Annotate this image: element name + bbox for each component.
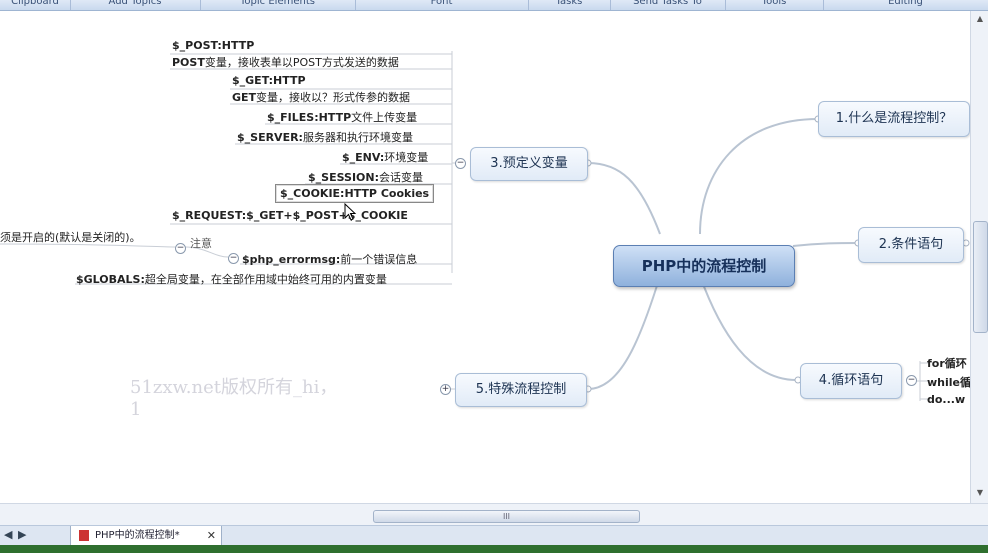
horizontal-scroll-thumb[interactable]: III bbox=[373, 510, 640, 523]
horizontal-scrollbar[interactable]: III bbox=[0, 503, 988, 526]
var-post-title[interactable]: $_POST:HTTP bbox=[172, 39, 254, 52]
tab-nav-next-icon[interactable]: ▶ bbox=[18, 528, 26, 541]
tab-document-label: PHP中的流程控制* bbox=[95, 530, 180, 541]
scroll-down-icon[interactable]: ▼ bbox=[974, 487, 986, 499]
vertical-scroll-thumb[interactable] bbox=[973, 221, 988, 333]
topic-loops[interactable]: 4.循环语句 bbox=[800, 363, 902, 399]
ribbon-group-topic-elements[interactable]: Topic Elements bbox=[200, 0, 356, 10]
loop-item-do-while[interactable]: do...w bbox=[927, 393, 965, 406]
note-label[interactable]: 注意 bbox=[190, 235, 212, 251]
var-session[interactable]: $_SESSION:会话变量 bbox=[308, 169, 423, 185]
mindmap-canvas[interactable]: PHP中的流程控制 1.什么是流程控制？ 2.条件语句 4.循环语句 − for… bbox=[0, 11, 970, 503]
central-topic[interactable]: PHP中的流程控制 bbox=[613, 245, 795, 287]
tab-nav-prev-icon[interactable]: ◀ bbox=[4, 528, 12, 541]
loop-item-for[interactable]: for循环 bbox=[927, 355, 967, 371]
ribbon-group-clipboard[interactable]: Clipboard bbox=[0, 0, 71, 10]
topic-predefined-vars[interactable]: 3.预定义变量 bbox=[470, 147, 588, 181]
vertical-scrollbar[interactable]: ▲ ▼ bbox=[970, 11, 988, 503]
ribbon-group-editing[interactable]: Editing bbox=[823, 0, 988, 10]
ribbon-group-tools[interactable]: Tools bbox=[725, 0, 824, 10]
loop-item-while[interactable]: while循 bbox=[927, 374, 970, 390]
var-get-title[interactable]: $_GET:HTTP bbox=[232, 74, 306, 87]
var-env[interactable]: $_ENV:环境变量 bbox=[342, 149, 428, 165]
var-php-errormsg[interactable]: $php_errormsg:前一个错误信息 bbox=[242, 251, 417, 267]
var-get-desc[interactable]: GET变量，接收以？形式传参的数据 bbox=[232, 89, 410, 105]
scroll-up-icon[interactable]: ▲ bbox=[974, 13, 986, 25]
var-globals[interactable]: $GLOBALS:超全局变量，在全部作用域中始终可用的内置变量 bbox=[76, 271, 387, 287]
var-files[interactable]: $_FILES:HTTP文件上传变量 bbox=[267, 109, 417, 125]
collapse-predefined-icon[interactable]: − bbox=[455, 158, 466, 169]
branch-lines bbox=[0, 51, 970, 401]
note-text[interactable]: 须是开启的(默认是关闭的)。 bbox=[0, 229, 141, 245]
ribbon-group-font[interactable]: Font bbox=[355, 0, 529, 10]
collapse-note-icon[interactable]: − bbox=[175, 243, 186, 254]
var-cookie-selected[interactable]: $_COOKIE:HTTP Cookies bbox=[275, 184, 435, 203]
topic-conditional[interactable]: 2.条件语句 bbox=[858, 227, 964, 263]
status-bar bbox=[0, 545, 988, 553]
document-icon bbox=[79, 530, 89, 541]
mouse-cursor-icon bbox=[344, 203, 357, 221]
ribbon-group-tasks[interactable]: Tasks bbox=[528, 0, 611, 10]
tab-document[interactable]: PHP中的流程控制* ✕ bbox=[70, 526, 222, 546]
var-request[interactable]: $_REQUEST:$_GET+$_POST+$_COOKIE bbox=[172, 209, 408, 222]
var-post-desc[interactable]: POST变量，接收表单以POST方式发送的数据 bbox=[172, 54, 399, 70]
var-server[interactable]: $_SERVER:服务器和执行环境变量 bbox=[237, 129, 413, 145]
topic-what-is-flow-control[interactable]: 1.什么是流程控制？ bbox=[818, 101, 970, 137]
ribbon-group-send-tasks[interactable]: Send Tasks To bbox=[610, 0, 726, 10]
document-tab-bar: ◀ ▶ PHP中的流程控制* ✕ bbox=[0, 525, 988, 546]
close-tab-icon[interactable]: ✕ bbox=[207, 526, 216, 545]
expand-special-icon[interactable]: + bbox=[440, 384, 451, 395]
collapse-loops-icon[interactable]: − bbox=[906, 375, 917, 386]
ribbon-strip: Clipboard Add Topics Topic Elements Font… bbox=[0, 0, 988, 11]
collapse-errormsg-icon[interactable]: − bbox=[228, 253, 239, 264]
topic-special-flow[interactable]: 5.特殊流程控制 bbox=[455, 373, 587, 407]
ribbon-group-add-topics[interactable]: Add Topics bbox=[70, 0, 201, 10]
watermark: 51zxw.net版权所有_hi， 1 bbox=[130, 377, 338, 420]
